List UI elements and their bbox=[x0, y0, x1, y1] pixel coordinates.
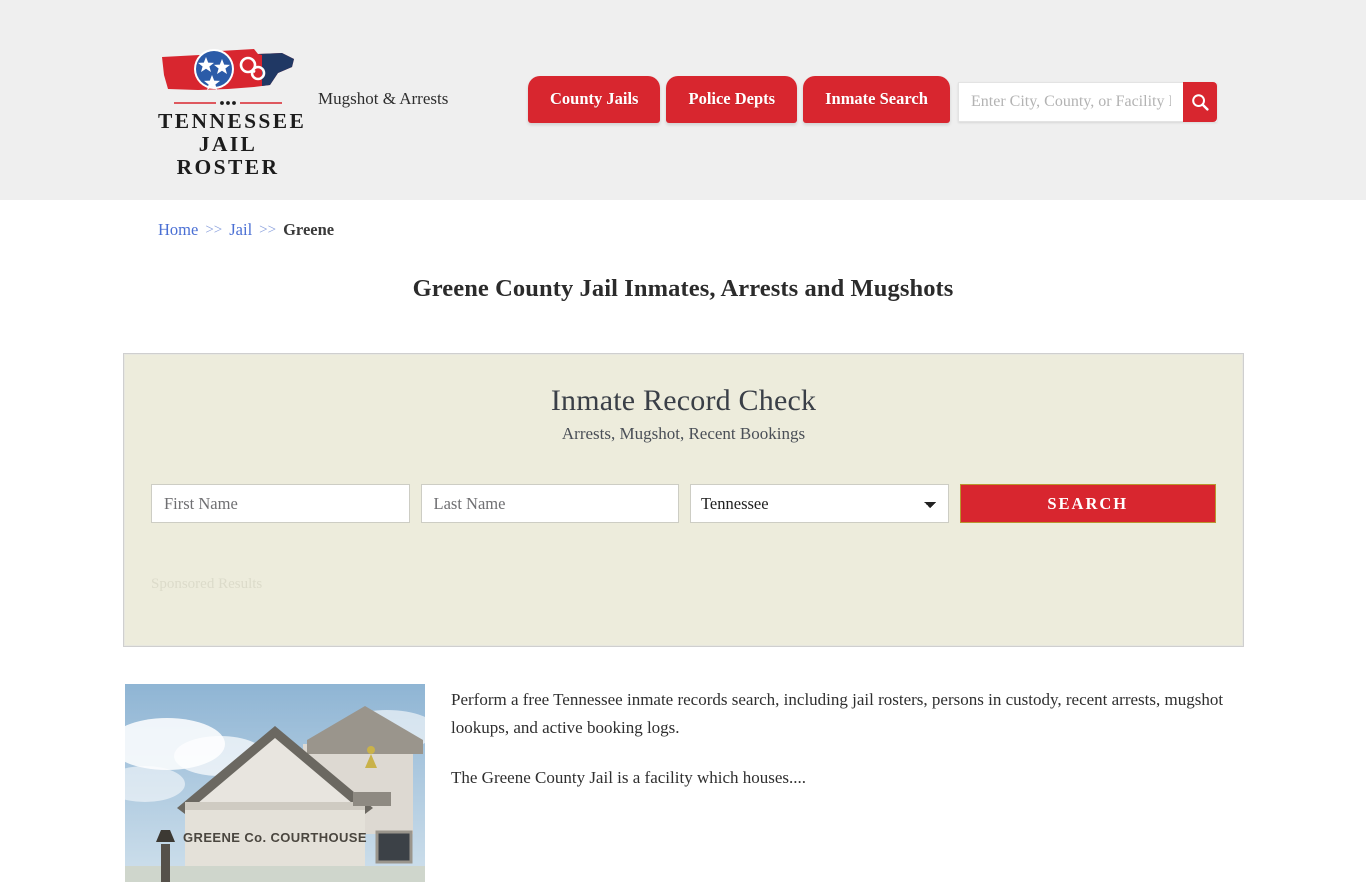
state-select[interactable]: Tennessee bbox=[690, 484, 949, 523]
breadcrumb-separator-1: >> bbox=[205, 221, 223, 238]
article-paragraph-1: Perform a free Tennessee inmate records … bbox=[451, 690, 1224, 738]
panel-subtitle: Arrests, Mugshot, Recent Bookings bbox=[561, 424, 806, 443]
breadcrumb-link-home[interactable]: Home bbox=[158, 220, 198, 240]
first-name-input[interactable] bbox=[151, 484, 410, 523]
article-section: GREENE Co. COURTHOUSE Perform a free Ten… bbox=[123, 684, 1243, 882]
inmate-record-check-panel: Inmate Record Check Arrests, Mugshot, Re… bbox=[123, 353, 1244, 647]
header-search bbox=[958, 82, 1217, 122]
greene-county-courthouse-photo: GREENE Co. COURTHOUSE bbox=[125, 684, 425, 882]
inmate-search-form: Tennessee SEARCH bbox=[151, 484, 1216, 523]
logo-divider-icon bbox=[174, 101, 282, 105]
inmate-search-button[interactable]: SEARCH bbox=[959, 484, 1216, 523]
page-content: Home >> Jail >> Greene Greene County Jai… bbox=[123, 200, 1244, 882]
search-icon bbox=[1192, 94, 1209, 111]
nav-item-county-jails[interactable]: County Jails bbox=[528, 76, 661, 123]
site-header: TENNESSEE JAIL ROSTER Mugshot & Arrests … bbox=[0, 0, 1366, 200]
site-logo[interactable]: TENNESSEE JAIL ROSTER bbox=[158, 45, 307, 180]
article-text: Perform a free Tennessee inmate records … bbox=[451, 684, 1243, 882]
svg-text:GREENE Co. COURTHOUSE: GREENE Co. COURTHOUSE bbox=[183, 830, 367, 845]
tennessee-state-handcuffs-icon bbox=[162, 49, 294, 90]
last-name-input[interactable] bbox=[420, 484, 679, 523]
main-navigation: County Jails Police Depts Inmate Search bbox=[528, 76, 950, 123]
header-inner: TENNESSEE JAIL ROSTER Mugshot & Arrests … bbox=[123, 0, 1243, 200]
courthouse-image: GREENE Co. COURTHOUSE bbox=[125, 684, 425, 882]
site-tagline: Mugshot & Arrests bbox=[318, 89, 449, 108]
page-title: Greene County Jail Inmates, Arrests and … bbox=[412, 275, 954, 302]
nav-item-inmate-search[interactable]: Inmate Search bbox=[803, 76, 950, 123]
breadcrumb-link-jail[interactable]: Jail bbox=[229, 220, 252, 240]
breadcrumb-current-greene: Greene bbox=[283, 220, 335, 239]
nav-item-police-depts[interactable]: Police Depts bbox=[666, 76, 798, 123]
breadcrumb: Home >> Jail >> Greene bbox=[123, 200, 1243, 240]
logo-text-line2: JAIL ROSTER bbox=[176, 132, 280, 180]
breadcrumb-separator-2: >> bbox=[259, 221, 277, 238]
article-paragraph-2: The Greene County Jail is a facility whi… bbox=[451, 768, 807, 788]
panel-title: Inmate Record Check bbox=[550, 384, 817, 417]
header-search-input[interactable] bbox=[958, 82, 1183, 122]
sponsored-results-label: Sponsored Results bbox=[151, 576, 263, 592]
logo-text-line1: TENNESSEE bbox=[158, 109, 307, 133]
header-search-button[interactable] bbox=[1183, 82, 1217, 122]
